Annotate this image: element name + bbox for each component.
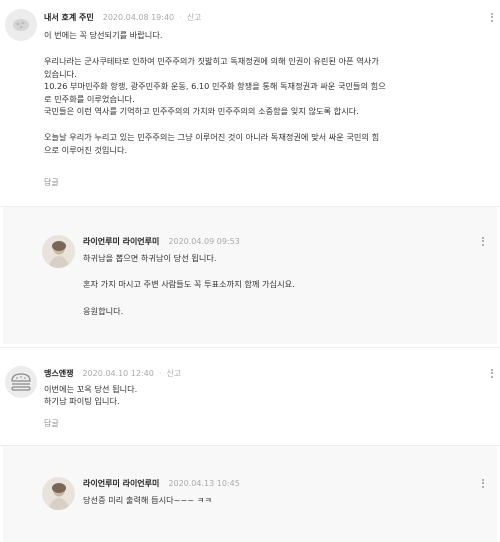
comment-body: 이 번에는 꼭 당선되기를 바랍니다. 우리나라는 군사쿠테타로 인하여 민주주… bbox=[44, 29, 386, 156]
burger-avatar-icon bbox=[5, 366, 37, 398]
author-name[interactable]: 라이언루미 라이언루미 bbox=[83, 478, 159, 489]
report-button[interactable]: 신고 bbox=[166, 368, 181, 379]
comment-date: 2020.04.10 12:40 bbox=[82, 368, 154, 378]
comment-gap bbox=[83, 291, 295, 305]
reply-2: 라이언루미 라이언루미 2020.04.13 10:45 당선증 미리 출력해 … bbox=[3, 446, 497, 542]
comment-line: 당선증 미리 출력해 듭시다~~~ ㅋㅋ bbox=[83, 495, 212, 505]
comment-1: 내서 호계 주민 2020.04.08 19:40 · 신고 이 번에는 꼭 당… bbox=[0, 0, 500, 205]
comment-gap bbox=[44, 41, 386, 55]
more-vertical-icon[interactable] bbox=[480, 235, 486, 247]
comment-gap bbox=[44, 117, 386, 131]
reply-button[interactable]: 답글 bbox=[44, 177, 59, 188]
comment-line: 하귀남을 뽑으면 하귀남이 당선 됩니다. bbox=[83, 253, 217, 263]
comment-line: 로 민주화를 이루었습니다. bbox=[44, 93, 135, 104]
avatar[interactable] bbox=[42, 477, 75, 510]
comment-line: 10.26 부마민주화 항쟁, 광주민주화 운동, 6.10 민주화 항쟁을 통… bbox=[44, 81, 386, 92]
comment-line: 오늘날 우리가 누리고 있는 민주주의는 그냥 이루어진 것이 아니라 독재정권… bbox=[44, 132, 380, 143]
comment-meta: 라이언루미 라이언루미 2020.04.13 10:45 bbox=[83, 477, 240, 489]
avatar[interactable] bbox=[42, 235, 75, 268]
comment-line: 혼자 가지 마시고 주변 사람들도 꼭 투표소까지 함께 가십시요. bbox=[83, 279, 295, 290]
reply-button[interactable]: 답글 bbox=[44, 418, 59, 429]
pattern-avatar-icon bbox=[5, 9, 37, 41]
comment-line: 이번에는 꼬옥 당선 됩니다. bbox=[44, 384, 138, 394]
profile-photo-icon bbox=[42, 235, 75, 268]
comment-line: 우리나라는 군사쿠테타로 인하여 민주주의가 짓밟히고 독재정권에 의해 인권이… bbox=[44, 56, 379, 67]
report-button[interactable]: 신고 bbox=[187, 12, 202, 23]
comment-body: 당선증 미리 출력해 듭시다~~~ ㅋㅋ bbox=[83, 494, 212, 506]
comment-line: 으로 이루어진 것입니다. bbox=[44, 144, 128, 155]
comment-date: 2020.04.13 10:45 bbox=[168, 478, 240, 488]
comment-body: 하귀남을 뽑으면 하귀남이 당선 됩니다. 혼자 가지 마시고 주변 사람들도 … bbox=[83, 252, 295, 317]
comment-2: 맹스앤쟁 2020.04.10 12:40 · 신고 이번에는 꼬옥 당선 됩니… bbox=[0, 348, 500, 444]
reply-1: 라이언루미 라이언루미 2020.04.09 09:53 하귀남을 뽑으면 하귀… bbox=[3, 207, 497, 344]
comment-body: 이번에는 꼬옥 당선 됩니다. 하기남 파이팅 입니다. bbox=[44, 383, 137, 408]
more-vertical-icon[interactable] bbox=[489, 367, 495, 379]
avatar[interactable] bbox=[5, 9, 37, 41]
comment-line: 있습니다. bbox=[44, 68, 77, 79]
comment-meta: 라이언루미 라이언루미 2020.04.09 09:53 bbox=[83, 235, 240, 247]
comment-meta: 맹스앤쟁 2020.04.10 12:40 · 신고 bbox=[44, 367, 181, 379]
author-name[interactable]: 내서 호계 주민 bbox=[44, 12, 94, 23]
author-name[interactable]: 라이언루미 라이언루미 bbox=[83, 236, 159, 247]
comment-date: 2020.04.09 09:53 bbox=[168, 236, 240, 246]
more-vertical-icon[interactable] bbox=[489, 11, 495, 23]
comment-date: 2020.04.08 19:40 bbox=[102, 12, 175, 22]
comment-line: 이 번에는 꼭 당선되기를 바랍니다. bbox=[44, 30, 163, 40]
meta-separator: · bbox=[158, 368, 162, 378]
author-name[interactable]: 맹스앤쟁 bbox=[44, 368, 73, 379]
comment-line: 국민들은 이런 역사를 기억하고 민주주의의 가치와 민주주의의 소중함을 잊지… bbox=[44, 105, 359, 116]
meta-separator: · bbox=[179, 12, 182, 22]
comment-line: 응원합니다. bbox=[83, 305, 124, 316]
comment-meta: 내서 호계 주민 2020.04.08 19:40 · 신고 bbox=[44, 11, 201, 23]
avatar[interactable] bbox=[5, 366, 37, 398]
more-vertical-icon[interactable] bbox=[480, 477, 486, 489]
comment-gap bbox=[83, 264, 295, 278]
comment-line: 하기남 파이팅 입니다. bbox=[44, 396, 120, 407]
profile-photo-icon bbox=[42, 477, 75, 510]
